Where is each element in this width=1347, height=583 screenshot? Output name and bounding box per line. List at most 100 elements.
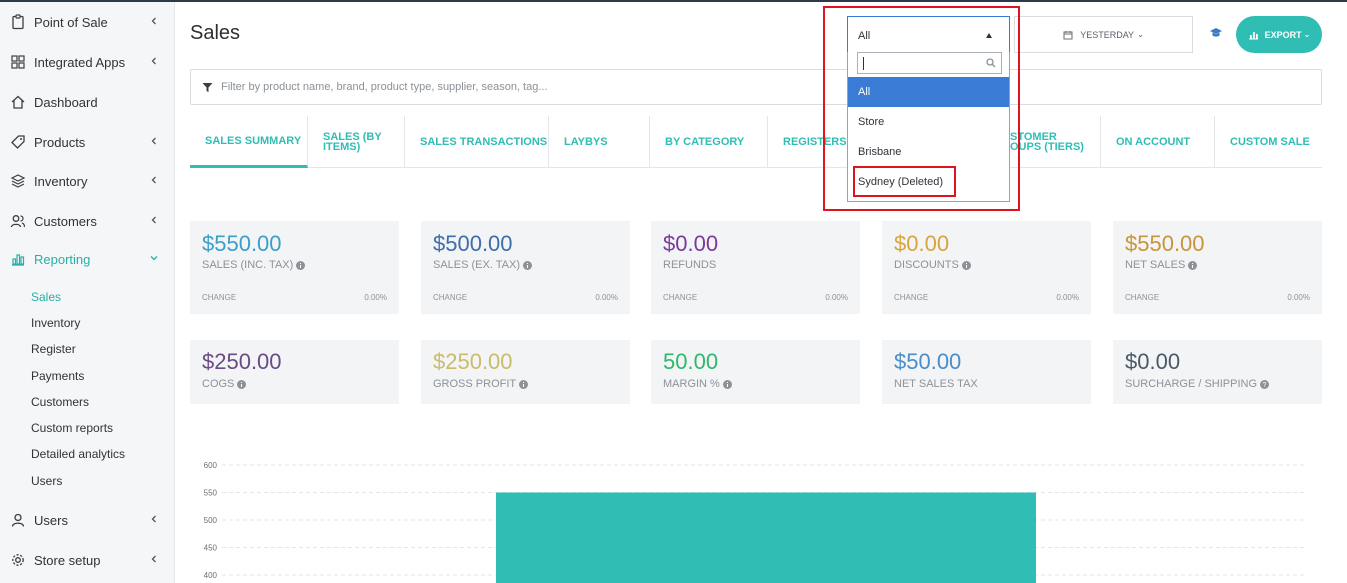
export-button[interactable]: EXPORT ⌄	[1236, 16, 1322, 53]
metric-label: GROSS PROFIT	[433, 378, 529, 390]
chart-bar[interactable]	[496, 492, 1036, 583]
metric-value: $50.00	[894, 349, 962, 374]
metric-value: 50.00	[663, 349, 719, 374]
metric-label-text: REFUNDS	[663, 259, 717, 271]
metric-label-text: SALES (EX. TAX)	[433, 259, 521, 271]
metric-label: NET SALES TAX	[894, 378, 978, 390]
metric-label-text: COGS	[202, 378, 235, 390]
sidebar-item-products[interactable]: Products	[0, 125, 175, 159]
sidebar-item-dashboard[interactable]: Dashboard	[0, 85, 175, 119]
metric-value: $0.00	[663, 231, 719, 256]
tab-custom-sale[interactable]: CUSTOM SALE	[1215, 116, 1322, 168]
export-label: EXPORT	[1264, 29, 1302, 40]
product-filter-input[interactable]: Filter by product name, brand, product t…	[190, 69, 1322, 105]
change-label: CHANGE	[202, 293, 237, 302]
tab-laybys[interactable]: LAYBYS	[549, 116, 650, 168]
change-value: 0.00%	[1287, 293, 1310, 302]
info-icon[interactable]	[296, 260, 306, 270]
change-label: CHANGE	[1125, 293, 1160, 302]
info-icon[interactable]	[722, 379, 732, 389]
sidebar-item-label: Users	[34, 512, 68, 528]
clipboard-icon	[10, 14, 26, 30]
layers-icon	[10, 173, 26, 189]
y-tick-label: 450	[204, 544, 218, 553]
tag-icon	[10, 134, 26, 150]
sidebar-subitem-detailed-analytics[interactable]: Detailed analytics	[31, 447, 125, 461]
metric-label: NET SALES	[1125, 259, 1198, 271]
metric-card: $550.00 SALES (INC. TAX) CHANGE 0.00%	[190, 221, 399, 314]
sidebar-subitem-customers[interactable]: Customers	[31, 395, 89, 409]
metric-label-text: SALES (INC. TAX)	[202, 259, 294, 271]
metric-label-text: NET SALES	[1125, 259, 1186, 271]
y-tick-label: 550	[204, 489, 218, 498]
report-tabs: SALES SUMMARY SALES (BY ITEMS) SALES TRA…	[190, 116, 1322, 168]
sidebar-subitem-custom-reports[interactable]: Custom reports	[31, 421, 113, 435]
date-range-label: YESTERDAY	[1080, 29, 1135, 40]
metric-label: MARGIN %	[663, 378, 732, 390]
tab-by-category[interactable]: BY CATEGORY	[650, 116, 768, 168]
tab-label: SALES (BY ITEMS)	[323, 131, 382, 153]
info-icon[interactable]	[1188, 260, 1198, 270]
metric-card: $0.00 REFUNDS CHANGE 0.00%	[651, 221, 860, 314]
info-icon[interactable]	[519, 379, 529, 389]
tab-sales-summary[interactable]: SALES SUMMARY	[190, 116, 308, 168]
sidebar-item-label: Dashboard	[34, 94, 98, 110]
gear-icon	[10, 552, 26, 568]
change-value: 0.00%	[595, 293, 618, 302]
info-icon[interactable]	[523, 260, 533, 270]
info-icon[interactable]	[961, 260, 971, 270]
user-icon	[10, 512, 26, 528]
change-value: 0.00%	[825, 293, 848, 302]
grid-icon	[10, 54, 26, 70]
sidebar-item-reporting[interactable]: Reporting	[0, 242, 175, 276]
chevron-down-icon: ⌄	[1303, 30, 1311, 39]
tab-label: STOMER OUPS (TIERS)	[1010, 131, 1084, 153]
users-icon	[10, 213, 26, 229]
highlight-box	[853, 166, 956, 197]
sidebar-item-integrated-apps[interactable]: Integrated Apps	[0, 45, 175, 79]
metric-label: SALES (EX. TAX)	[433, 259, 533, 271]
metric-label: DISCOUNTS	[894, 259, 971, 271]
metric-card: $250.00 GROSS PROFIT	[421, 340, 630, 404]
sidebar-item-inventory[interactable]: Inventory	[0, 164, 175, 198]
metric-label-text: NET SALES TAX	[894, 378, 978, 390]
sidebar-item-customers[interactable]: Customers	[0, 204, 175, 238]
top-border	[0, 0, 1347, 2]
sidebar-item-users[interactable]: Users	[0, 503, 175, 537]
metric-value: $0.00	[894, 231, 950, 256]
chevron-left-icon	[149, 215, 159, 225]
metric-value: $250.00	[202, 349, 282, 374]
svg-text:?: ?	[1263, 382, 1267, 389]
sidebar-item-point-of-sale[interactable]: Point of Sale	[0, 5, 175, 39]
sidebar-item-label: Reporting	[34, 251, 91, 267]
metric-card: $550.00 NET SALES CHANGE 0.00%	[1113, 221, 1322, 314]
sidebar-item-store-setup[interactable]: Store setup	[0, 543, 175, 577]
graduation-cap-icon[interactable]	[1209, 27, 1223, 39]
metric-card: $0.00 SURCHARGE / SHIPPING?	[1113, 340, 1322, 404]
metric-value: $550.00	[1125, 231, 1205, 256]
change-value: 0.00%	[1056, 293, 1079, 302]
sidebar-subitem-payments[interactable]: Payments	[31, 369, 84, 383]
info-icon[interactable]	[237, 379, 247, 389]
metric-card: $500.00 SALES (EX. TAX) CHANGE 0.00%	[421, 221, 630, 314]
date-range-button[interactable]: YESTERDAY ⌄	[1014, 16, 1193, 53]
change-label: CHANGE	[433, 293, 468, 302]
chevron-left-icon	[149, 56, 159, 66]
sidebar-item-label: Integrated Apps	[34, 54, 126, 70]
sidebar-subitem-users[interactable]: Users	[31, 474, 62, 488]
tab-on-account[interactable]: ON ACCOUNT	[1101, 116, 1215, 168]
chevron-left-icon	[149, 554, 159, 564]
sidebar-subitem-inventory[interactable]: Inventory	[31, 316, 80, 330]
sidebar-subitem-register[interactable]: Register	[31, 342, 76, 356]
change-label: CHANGE	[894, 293, 929, 302]
tab-sales-transactions[interactable]: SALES TRANSACTIONS	[405, 116, 549, 168]
metric-value: $0.00	[1125, 349, 1181, 374]
change-label: CHANGE	[663, 293, 698, 302]
tab-sales-by-items[interactable]: SALES (BY ITEMS)	[308, 116, 405, 168]
chevron-down-icon	[149, 253, 159, 263]
help-icon[interactable]: ?	[1260, 379, 1270, 389]
sidebar-subitem-sales[interactable]: Sales	[31, 290, 61, 304]
metric-label: COGS	[202, 378, 247, 390]
metric-label-text: MARGIN %	[663, 378, 720, 390]
y-tick-label: 600	[204, 461, 218, 470]
